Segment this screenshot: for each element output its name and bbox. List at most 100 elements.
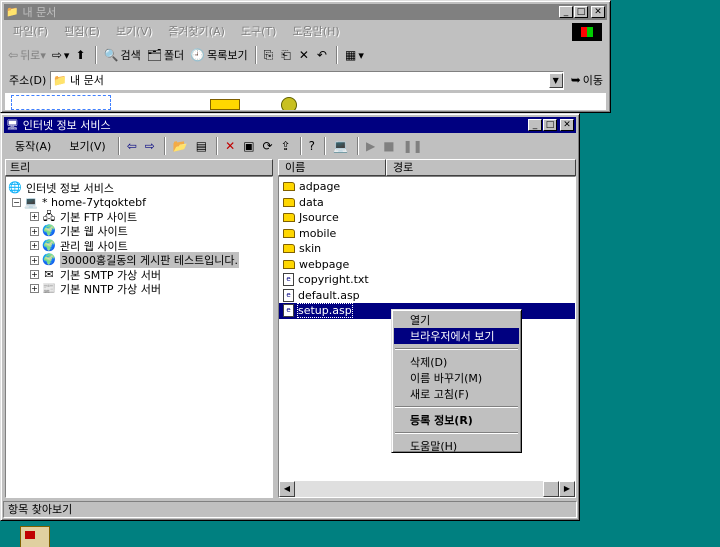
tree-item-ftp-site[interactable]: + 🖧 기본 FTP 사이트 <box>8 210 272 224</box>
minimize-button[interactable]: _ <box>559 6 573 18</box>
undo-button[interactable]: ↶ <box>314 45 332 65</box>
tree-item-admin-web-site[interactable]: + 🌍 관리 웹 사이트 <box>8 239 272 253</box>
list-item-skin[interactable]: skin <box>279 241 575 257</box>
views-button[interactable]: ▦ ▾ <box>342 45 367 65</box>
address-input[interactable]: 📁 내 문서 ▼ <box>50 70 564 90</box>
folder-icon <box>283 182 295 192</box>
back-button[interactable]: ⇦ <box>124 136 142 156</box>
menu-view[interactable]: 보기(V) <box>61 136 113 156</box>
list-header: 이름 경로 <box>278 159 576 176</box>
menu-tools[interactable]: 도구(T) <box>233 23 285 39</box>
expand-icon[interactable]: + <box>30 270 39 280</box>
tree-item-nntp[interactable]: + 📰 기본 NNTP 가상 서버 <box>8 282 272 296</box>
forward-button[interactable]: ⇨ <box>142 136 160 156</box>
list-item-default-asp[interactable]: e default.asp <box>279 288 575 304</box>
views-icon: ▦ <box>344 48 357 62</box>
menu-item-browse[interactable]: 브라우저에서 보기 <box>394 328 519 344</box>
folder-icon <box>283 197 295 207</box>
expand-icon[interactable]: + <box>30 212 39 222</box>
column-header-path[interactable]: 경로 <box>386 159 576 176</box>
show-tree-button[interactable]: ▤ <box>193 136 212 156</box>
up-folder-icon: ⬆ <box>75 48 86 62</box>
iis-titlebar[interactable]: 🖥 인터넷 정보 서비스 _ □ ✕ <box>4 117 576 133</box>
tree-item-default-web-site[interactable]: + 🌍 기본 웹 사이트 <box>8 224 272 238</box>
document-icon: e <box>283 304 294 318</box>
minimize-button[interactable]: _ <box>528 119 542 131</box>
delete-button[interactable]: ✕ <box>296 45 314 65</box>
computer-icon: 💻 <box>24 195 38 209</box>
list-item-webpage[interactable]: webpage <box>279 257 575 273</box>
back-arrow-icon: ⇦ <box>126 139 137 153</box>
delete-button[interactable]: ✕ <box>222 136 240 156</box>
web-site-icon: 🌍 <box>42 224 56 238</box>
scroll-right-button[interactable]: ▶ <box>559 481 575 497</box>
globe-icon[interactable] <box>281 97 297 110</box>
copy-to-button[interactable]: ⎗ <box>278 45 296 65</box>
properties-button[interactable]: ▣ <box>240 136 259 156</box>
menu-view[interactable]: 보기(V) <box>108 23 160 39</box>
tree-pane[interactable]: 🌐 인터넷 정보 서비스 − 💻 * home-7ytqoktebf + 🖧 기… <box>5 176 273 498</box>
up-level-button[interactable]: 📂 <box>170 136 193 156</box>
folder-icon[interactable] <box>210 99 240 110</box>
back-button[interactable]: ⇦ 뒤로 ▾ <box>5 45 49 65</box>
expand-icon[interactable]: + <box>30 255 39 265</box>
list-item-mobile[interactable]: mobile <box>279 226 575 242</box>
list-item-adpage[interactable]: adpage <box>279 179 575 195</box>
menu-item-rename[interactable]: 이름 바꾸기(M) <box>394 370 519 386</box>
scroll-left-button[interactable]: ◀ <box>279 481 295 497</box>
folders-button[interactable]: 🗂 폴더 <box>144 45 187 65</box>
menu-item-open[interactable]: 열기 <box>394 312 519 328</box>
maximize-button[interactable]: □ <box>543 119 557 131</box>
menu-edit[interactable]: 편집(E) <box>56 23 108 39</box>
refresh-button[interactable]: ⟳ <box>260 136 278 156</box>
menu-help[interactable]: 도움말(H) <box>284 23 347 39</box>
expand-icon[interactable]: + <box>30 241 39 251</box>
scroll-thumb[interactable] <box>543 481 559 497</box>
expand-icon[interactable]: + <box>30 226 39 236</box>
maximize-button[interactable]: □ <box>574 6 588 18</box>
tree-view-icon: ▤ <box>195 139 208 153</box>
desktop-icon[interactable] <box>20 526 50 547</box>
refresh-icon: ⟳ <box>262 139 273 153</box>
horizontal-scrollbar[interactable]: ◀ ▶ <box>279 481 575 497</box>
delete-icon: ✕ <box>298 48 309 62</box>
computer-button[interactable]: 💻 <box>330 136 353 156</box>
close-button[interactable]: ✕ <box>591 6 605 18</box>
start-button[interactable]: ▶ <box>363 136 380 156</box>
go-button[interactable]: ➥ 이동 <box>568 70 606 90</box>
tree-item-board-site[interactable]: + 🌍 30000홍길동의 게시판 테스트입니다. <box>8 252 272 269</box>
tree-item-server[interactable]: − 💻 * home-7ytqoktebf <box>8 195 272 209</box>
up-button[interactable]: ⬆ <box>72 45 90 65</box>
export-button[interactable]: ⇪ <box>278 136 296 156</box>
tree-item-root[interactable]: 🌐 인터넷 정보 서비스 <box>8 181 272 196</box>
help-button[interactable]: ? <box>306 136 320 156</box>
tree-item-smtp[interactable]: + ✉ 기본 SMTP 가상 서버 <box>8 267 272 282</box>
list-item-data[interactable]: data <box>279 195 575 211</box>
search-button[interactable]: 🔍 검색 <box>101 45 144 65</box>
list-item-jsource[interactable]: Jsource <box>279 210 575 226</box>
menu-action[interactable]: 동작(A) <box>5 136 61 156</box>
tree-header[interactable]: 트리 <box>5 159 273 176</box>
context-menu: 열기 브라우저에서 보기 삭제(D) 이름 바꾸기(M) 새로 고침(F) 등록… <box>391 309 522 453</box>
menu-item-delete[interactable]: 삭제(D) <box>394 354 519 370</box>
web-site-icon: 🌍 <box>42 253 56 267</box>
explorer-titlebar[interactable]: 📁 내 문서 _ □ ✕ <box>4 4 607 20</box>
desktop-item-icon[interactable] <box>11 95 111 110</box>
stop-button[interactable]: ■ <box>380 136 399 156</box>
forward-button[interactable]: ⇨ ▾ <box>49 45 73 65</box>
address-dropdown-button[interactable]: ▼ <box>548 72 563 88</box>
menu-file[interactable]: 파일(F) <box>5 23 56 39</box>
collapse-icon[interactable]: − <box>12 198 21 208</box>
menu-item-refresh[interactable]: 새로 고침(F) <box>394 386 519 402</box>
move-to-button[interactable]: ⎘ <box>261 45 279 65</box>
column-header-name[interactable]: 이름 <box>278 159 386 176</box>
list-item-copyright[interactable]: e copyright.txt <box>279 272 575 288</box>
menu-item-properties[interactable]: 등록 정보(R) <box>394 412 519 428</box>
close-button[interactable]: ✕ <box>560 119 574 131</box>
explorer-content <box>5 93 606 110</box>
expand-icon[interactable]: + <box>30 284 39 294</box>
history-button[interactable]: 🕘 목록보기 <box>187 45 250 65</box>
menu-favorites[interactable]: 즐겨찾기(A) <box>160 23 233 39</box>
pause-button[interactable]: ❚❚ <box>400 136 428 156</box>
menu-item-help[interactable]: 도움말(H) <box>394 438 519 454</box>
